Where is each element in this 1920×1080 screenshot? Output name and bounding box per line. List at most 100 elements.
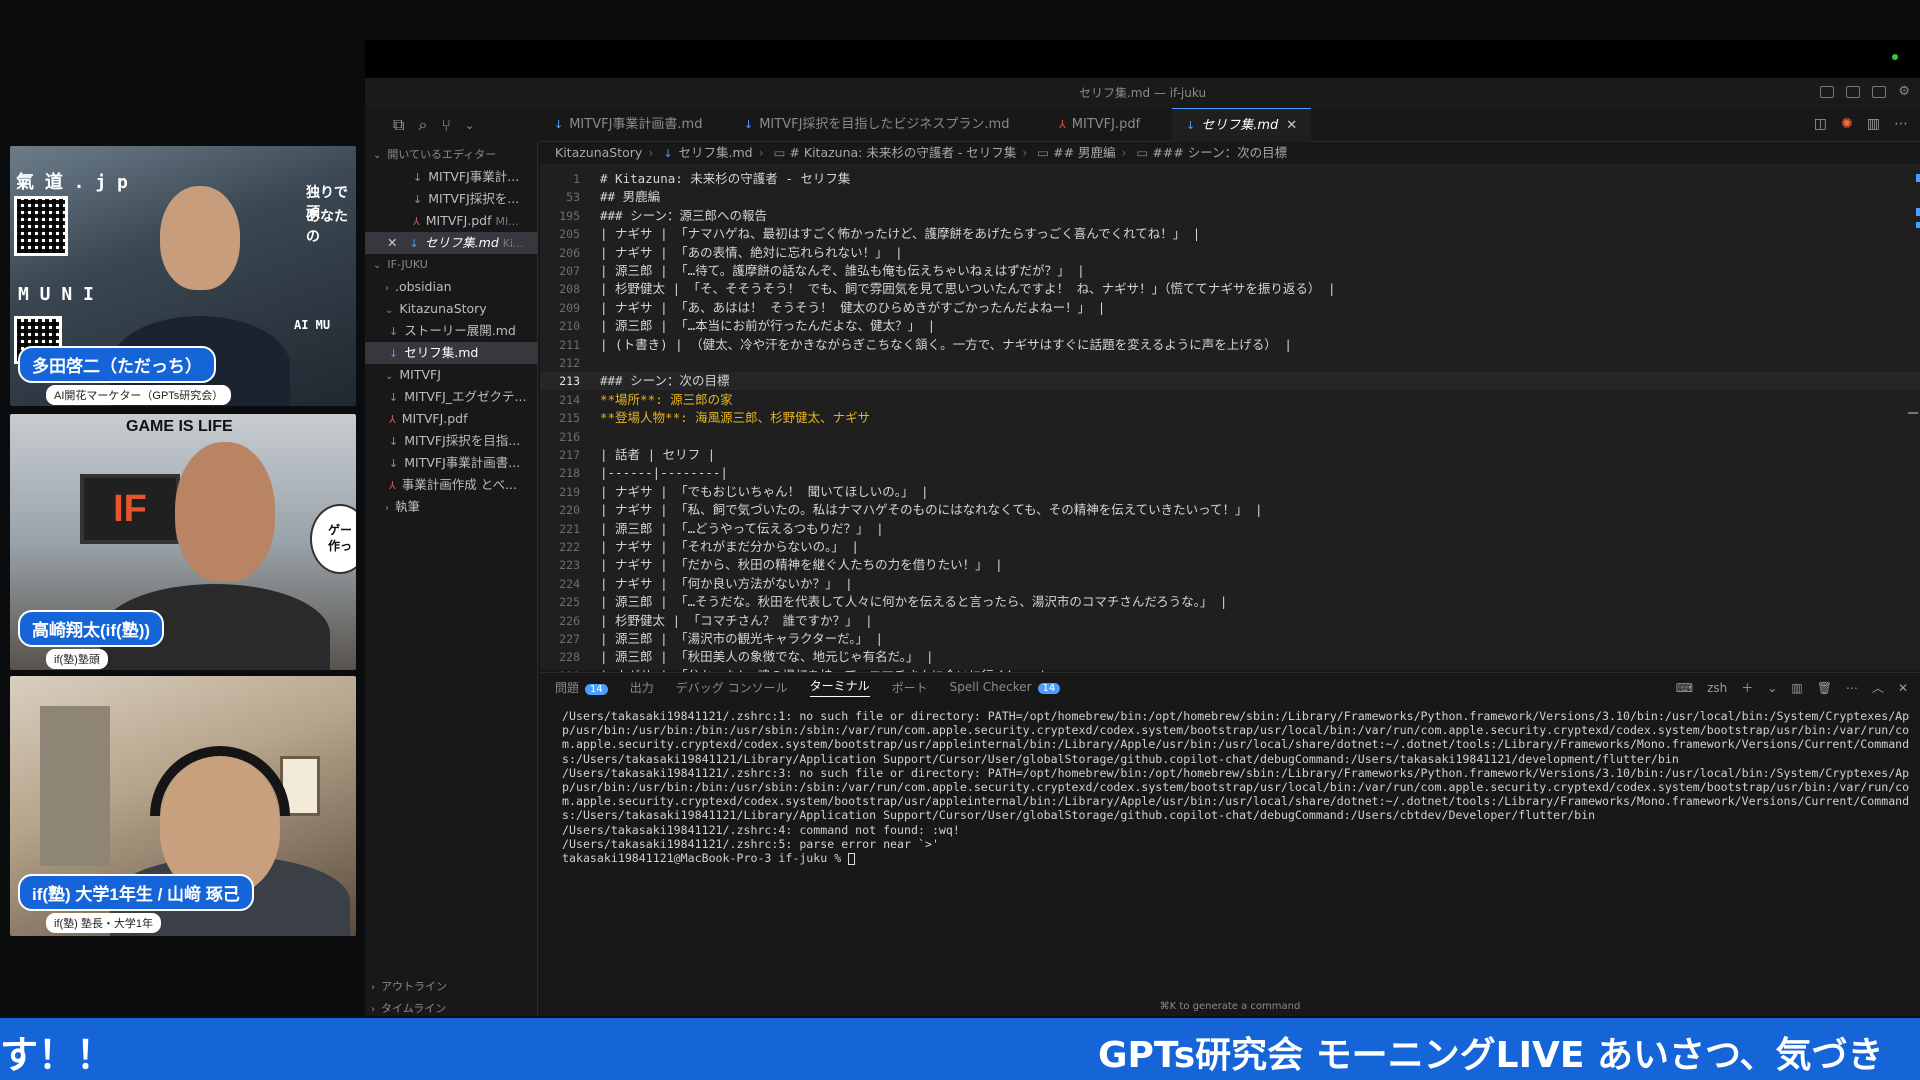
ai-spark-icon[interactable]: ✺ <box>1841 116 1853 132</box>
tab-mitvfj-business-plan[interactable]: ↓ MITVFJ事業計画書.md <box>540 108 716 142</box>
code-text: | ナギサ | 「あ、あはは！ そうそう！ 健太のひらめきがすごかったんだよねー… <box>600 299 1106 315</box>
close-icon[interactable]: ✕ <box>1286 118 1297 133</box>
code-line[interactable]: 215 **登場人物**: 海風源三郎、杉野健太、ナギサ <box>540 409 1920 427</box>
split-terminal-icon[interactable]: ▥ <box>1791 681 1802 695</box>
trash-icon[interactable]: 🗑 <box>1817 681 1832 695</box>
code-line[interactable]: 214 **場所**: 源三郎の家 <box>540 391 1920 409</box>
tab-label: MITVFJ採択を目指したビジネスプラン.md <box>759 117 1010 132</box>
tree-file[interactable]: ↓ MITVFJ採択を目指... <box>365 430 538 452</box>
more-actions-icon[interactable]: ⋯ <box>1846 681 1858 695</box>
open-editors-header[interactable]: ⌄ 開いているエディター <box>365 144 538 166</box>
tree-folder[interactable]: › 執筆 <box>365 496 538 518</box>
breadcrumb-item[interactable]: セリフ集.md <box>679 145 753 160</box>
tree-file[interactable]: ⅄ 事業計画作成 とべ... <box>365 474 538 496</box>
split-editor-icon[interactable]: ▥ <box>1867 116 1880 132</box>
ticker-text-right: GPTs研究会 モーニングLIVE あいさつ、気づき <box>1098 1035 1884 1076</box>
customize-layout-icon[interactable]: ⚙ <box>1898 85 1910 98</box>
tree-file[interactable]: ↓ MITVFJ事業計画書... <box>365 452 538 474</box>
code-line[interactable]: 53 ## 男鹿編 <box>540 188 1920 206</box>
maximize-panel-icon[interactable]: ︿ <box>1872 679 1884 696</box>
code-line[interactable]: 221 | 源三郎 | 「…どうやって伝えるつもりだ？」 | <box>540 520 1920 538</box>
tree-file[interactable]: ↓ MITVFJ_エグゼクテ... <box>365 386 538 408</box>
markdown-file-icon: ↓ <box>1186 119 1196 132</box>
tab-mitvfj-pdf[interactable]: ⅄ MITVFJ.pdf <box>1045 108 1154 142</box>
explorer-icon[interactable]: ⧉ <box>393 115 404 135</box>
toggle-primary-sidebar-icon[interactable] <box>1820 86 1835 98</box>
code-line[interactable]: 209 | ナギサ | 「あ、あはは！ そうそう！ 健太のひらめきがすごかったんだ… <box>540 299 1920 317</box>
code-line[interactable]: 227 | 源三郎 | 「湯沢市の観光キャラクターだ。」 | <box>540 630 1920 648</box>
add-terminal-icon[interactable]: ＋ <box>1741 679 1753 696</box>
source-control-icon[interactable]: ⑂ <box>441 116 451 135</box>
tree-file[interactable]: ↓ ストーリー展開.md <box>365 320 538 342</box>
search-icon[interactable]: ⌕ <box>418 115 427 135</box>
workspace-header[interactable]: ⌄ IF-JUKU <box>365 254 538 276</box>
tab-mitvfj-adoption-plan[interactable]: ↓ MITVFJ採択を目指したビジネスプラン.md <box>730 108 1023 142</box>
chevron-down-icon[interactable]: ⌄ <box>465 119 474 132</box>
code-line[interactable]: 208 | 杉野健太 | 「そ、そそうそう！ でも、飼で雰囲気を見て思いついたんで… <box>540 280 1920 298</box>
shell-name[interactable]: zsh <box>1707 681 1727 695</box>
code-line[interactable]: 212 <box>540 354 1920 372</box>
breadcrumb-item[interactable]: ## 男鹿編 <box>1053 145 1115 160</box>
panel-tab[interactable]: 問題 14 <box>555 679 608 696</box>
code-line[interactable]: 210 | 源三郎 | 「…本当にお前が行ったんだよな、健太？」 | <box>540 317 1920 335</box>
code-line[interactable]: 220 | ナギサ | 「私、飼で気づいたの。私はナマハゲそのものにはなれなくても… <box>540 501 1920 519</box>
breadcrumb-item[interactable]: ### シーン：次の目標 <box>1152 145 1287 160</box>
tree-folder[interactable]: ⌄ MITVFJ <box>365 364 538 386</box>
panel-tab[interactable]: ターミナル <box>809 677 870 697</box>
panel-tab[interactable]: Spell Checker 14 <box>950 680 1061 694</box>
open-editor-item[interactable]: ⅄ MITVFJ.pdf MI... <box>365 210 538 232</box>
tree-folder[interactable]: ⌄ KitazunaStory <box>365 298 538 320</box>
code-line[interactable]: 224 | ナギサ | 「何か良い方法がないか？」 | <box>540 575 1920 593</box>
chevron-right-icon: › <box>385 503 389 514</box>
code-line[interactable]: 195 ### シーン：源三郎への報告 <box>540 207 1920 225</box>
code-editor[interactable]: 1 # Kitazuna: 未来杉の守護者 - セリフ集 53 ## 男鹿編 195 ##… <box>540 164 1920 683</box>
panel-tab[interactable]: デバッグ コンソール <box>676 679 788 696</box>
open-preview-icon[interactable]: ◫ <box>1814 116 1827 132</box>
breadcrumb-item[interactable]: # Kitazuna: 未来杉の守護者 - セリフ集 <box>789 145 1016 160</box>
code-line[interactable]: 206 | ナギサ | 「あの表情、絶対に忘れられない！」 | <box>540 244 1920 262</box>
code-line[interactable]: 222 | ナギサ | 「それがまだ分からないの。」 | <box>540 538 1920 556</box>
code-line[interactable]: 213 ### シーン：次の目標 <box>540 372 1920 391</box>
chevron-down-icon[interactable]: ⌄ <box>1767 681 1777 695</box>
outline-section[interactable]: › アウトライン <box>365 976 538 998</box>
code-line[interactable]: 217 | 話者 | セリフ | <box>540 446 1920 464</box>
tree-file-active[interactable]: ↓ セリフ集.md <box>365 342 538 364</box>
code-line[interactable]: 223 | ナギサ | 「だから、秋田の精神を継ぐ人たちの力を借りたい！」 | <box>540 556 1920 574</box>
breadcrumb-item[interactable]: KitazunaStory <box>555 145 642 160</box>
tree-folder[interactable]: › .obsidian <box>365 276 538 298</box>
code-text: | 源三郎 | 「…本当にお前が行ったんだよな、健太？」 | <box>600 318 936 334</box>
code-line[interactable]: 218 |------|--------| <box>540 464 1920 482</box>
timeline-section[interactable]: › タイムライン <box>365 998 538 1020</box>
tree-file[interactable]: ⅄ MITVFJ.pdf <box>365 408 538 430</box>
code-line[interactable]: 216 <box>540 428 1920 446</box>
more-actions-icon[interactable]: ⋯ <box>1894 116 1908 132</box>
toggle-secondary-sidebar-icon[interactable] <box>1872 86 1887 98</box>
open-editor-item-active[interactable]: ✕ ↓ セリフ集.md Ki... <box>365 232 538 254</box>
code-line[interactable]: 205 | ナギサ | 「ナマハゲね、最初はすごく怖かったけど、護摩餅をあげたらす… <box>540 225 1920 243</box>
panel-tab-label: ターミナル <box>809 679 870 693</box>
person-head <box>160 186 240 290</box>
code-line[interactable]: 207 | 源三郎 | 「…待て。護摩餅の話なんぞ、誰弘も俺も伝えちゃいねぇはずだ… <box>540 262 1920 280</box>
terminal-output[interactable]: /Users/takasaki19841121/.zshrc:1: no suc… <box>562 709 1917 865</box>
code-line[interactable]: 225 | 源三郎 | 「…そうだな。秋田を代表して人々に何かを伝えると言ったら、… <box>540 593 1920 611</box>
open-editor-item[interactable]: ↓ MITVFJ事業計... <box>365 166 538 188</box>
code-text: | ナギサ | 「あの表情、絶対に忘れられない！」 | <box>600 244 903 260</box>
code-line[interactable]: 1 # Kitazuna: 未来杉の守護者 - セリフ集 <box>540 170 1920 188</box>
code-line[interactable]: 228 | 源三郎 | 「秋田美人の象徴でな、地元じゃ有名だ。」 | <box>540 648 1920 666</box>
breadcrumb: KitazunaStory › ↓ セリフ集.md › ▭ # Kitazuna: 未来… <box>555 142 1287 164</box>
toggle-panel-icon[interactable] <box>1846 86 1861 98</box>
panel-tab[interactable]: ポート <box>892 679 928 696</box>
terminal-icon: ⌨ <box>1675 680 1694 695</box>
backdrop-text: 氣 道 . j p <box>16 172 128 193</box>
code-text: | ナギサ | 「ナマハゲね、最初はすごく怖かったけど、護摩餅をあげたらすっごく… <box>600 226 1201 242</box>
panel-tab[interactable]: 出力 <box>630 679 654 696</box>
code-line[interactable]: 226 | 杉野健太 | 「コマチさん？ 誰ですか？」 | <box>540 612 1920 630</box>
code-line[interactable]: 219 | ナギサ | 「でもおじいちゃん！ 聞いてほしいの。」 | <box>540 483 1920 501</box>
code-line[interactable]: 211 | (ト書き) | （健太、冷や汗をかきながらぎこちなく頷く。一方で、ナギ… <box>540 336 1920 354</box>
close-panel-icon[interactable]: ✕ <box>1898 681 1908 695</box>
tree-label: MITVFJ_エグゼクテ... <box>404 389 527 404</box>
close-icon[interactable]: ✕ <box>387 235 397 250</box>
tab-serifu-md[interactable]: ↓ セリフ集.md ✕ <box>1172 108 1312 142</box>
chevron-down-icon: ⌄ <box>373 150 382 161</box>
open-editor-item[interactable]: ↓ MITVFJ採択を... <box>365 188 538 210</box>
